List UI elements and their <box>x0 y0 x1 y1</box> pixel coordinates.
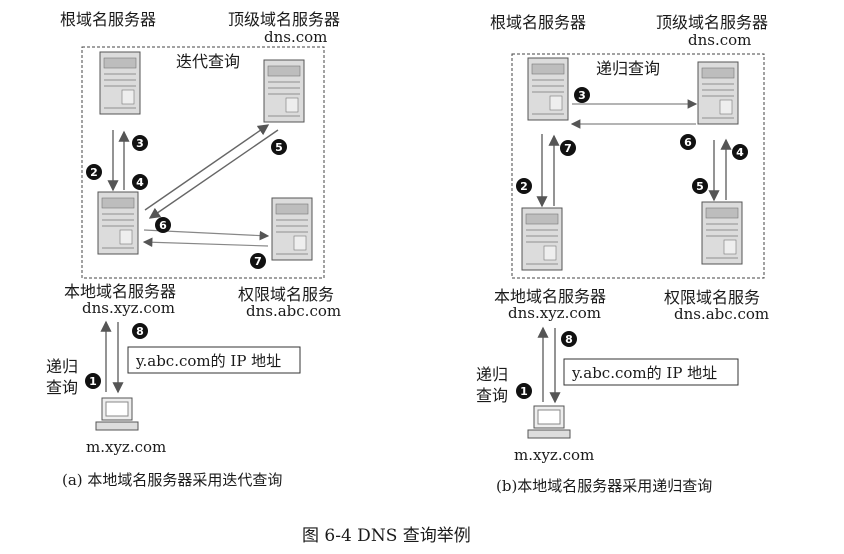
box-title: 迭代查询 <box>176 52 240 71</box>
auth-server-icon <box>271 197 313 261</box>
step-6-badge-b: 6 <box>680 134 696 150</box>
step-5-badge-b: 5 <box>692 178 708 194</box>
query-type-line1: 递归 <box>46 357 78 376</box>
query-type-line2: 查询 <box>46 378 78 397</box>
dns-diagram: 根域名服务器 顶级域名服务器 dns.com 迭代查询 2 3 4 5 6 7 … <box>46 10 769 546</box>
step-3-badge: 3 <box>132 135 148 151</box>
tld-server-host-b: dns.com <box>688 31 751 49</box>
query-type-line1-b: 递归 <box>476 365 508 384</box>
caption-a: (a) 本地域名服务器采用迭代查询 <box>62 471 282 489</box>
svg-text:2: 2 <box>520 180 528 193</box>
client-host-b: m.xyz.com <box>514 446 594 464</box>
svg-text:1: 1 <box>89 375 97 388</box>
svg-text:5: 5 <box>696 180 704 193</box>
local-server-icon-b <box>521 207 563 271</box>
step-7-badge-b: 7 <box>560 140 576 156</box>
client-host: m.xyz.com <box>86 438 166 456</box>
svg-text:3: 3 <box>136 137 144 150</box>
caption-b: (b)本地域名服务器采用递归查询 <box>496 477 712 495</box>
step-5-badge: 5 <box>271 139 287 155</box>
auth-server-host-b: dns.abc.com <box>674 305 769 323</box>
step-8-badge: 8 <box>132 323 148 339</box>
local-server-host-b: dns.xyz.com <box>508 304 601 322</box>
step-1-badge-b: 1 <box>516 383 532 399</box>
arrow-5 <box>148 129 279 219</box>
tld-server-host: dns.com <box>264 28 327 46</box>
step-2-badge: 2 <box>86 164 102 180</box>
svg-text:4: 4 <box>736 146 744 159</box>
arrow-7 <box>142 237 269 248</box>
svg-text:7: 7 <box>254 255 262 268</box>
svg-text:1: 1 <box>520 385 528 398</box>
tld-server-label: 顶级域名服务器 <box>228 10 340 29</box>
panel-b: 根域名服务器 顶级域名服务器 dns.com 递归查询 3 6 7 2 4 5 … <box>476 13 769 495</box>
local-server-icon <box>97 191 139 255</box>
answer-text: y.abc.com的 IP 地址 <box>135 352 281 370</box>
svg-text:4: 4 <box>136 176 144 189</box>
step-2-badge-b: 2 <box>516 178 532 194</box>
tld-server-icon <box>263 59 305 123</box>
step-4-badge-b: 4 <box>732 144 748 160</box>
auth-server-host: dns.abc.com <box>246 302 341 320</box>
root-server-icon-b <box>527 57 569 121</box>
box-title-b: 递归查询 <box>596 59 660 78</box>
root-server-icon <box>99 51 141 115</box>
step-3-badge-b: 3 <box>574 87 590 103</box>
step-4-badge: 4 <box>132 174 148 190</box>
tld-server-label-b: 顶级域名服务器 <box>656 13 768 32</box>
query-type-line2-b: 查询 <box>476 386 508 405</box>
step-8-badge-b: 8 <box>561 331 577 347</box>
figure-caption: 图 6-4 DNS 查询举例 <box>302 526 471 546</box>
auth-server-icon-b <box>701 201 743 265</box>
root-server-label-b: 根域名服务器 <box>490 13 586 32</box>
arrow-4 <box>144 124 270 211</box>
svg-text:5: 5 <box>275 141 283 154</box>
step-7-badge: 7 <box>250 253 266 269</box>
svg-text:8: 8 <box>565 333 573 346</box>
client-computer-icon <box>95 397 139 431</box>
client-computer-icon-b <box>527 405 571 439</box>
step-1-badge: 1 <box>85 373 101 389</box>
svg-text:8: 8 <box>136 325 144 338</box>
svg-text:7: 7 <box>564 142 572 155</box>
svg-text:6: 6 <box>684 136 692 149</box>
panel-a: 根域名服务器 顶级域名服务器 dns.com 迭代查询 2 3 4 5 6 7 … <box>46 10 341 489</box>
answer-text-b: y.abc.com的 IP 地址 <box>571 364 717 382</box>
tld-server-icon-b <box>697 61 739 125</box>
local-server-host: dns.xyz.com <box>82 299 175 317</box>
svg-text:6: 6 <box>159 219 167 232</box>
root-server-label: 根域名服务器 <box>60 10 156 29</box>
svg-text:3: 3 <box>578 89 586 102</box>
step-6-badge: 6 <box>155 217 171 233</box>
svg-text:2: 2 <box>90 166 98 179</box>
